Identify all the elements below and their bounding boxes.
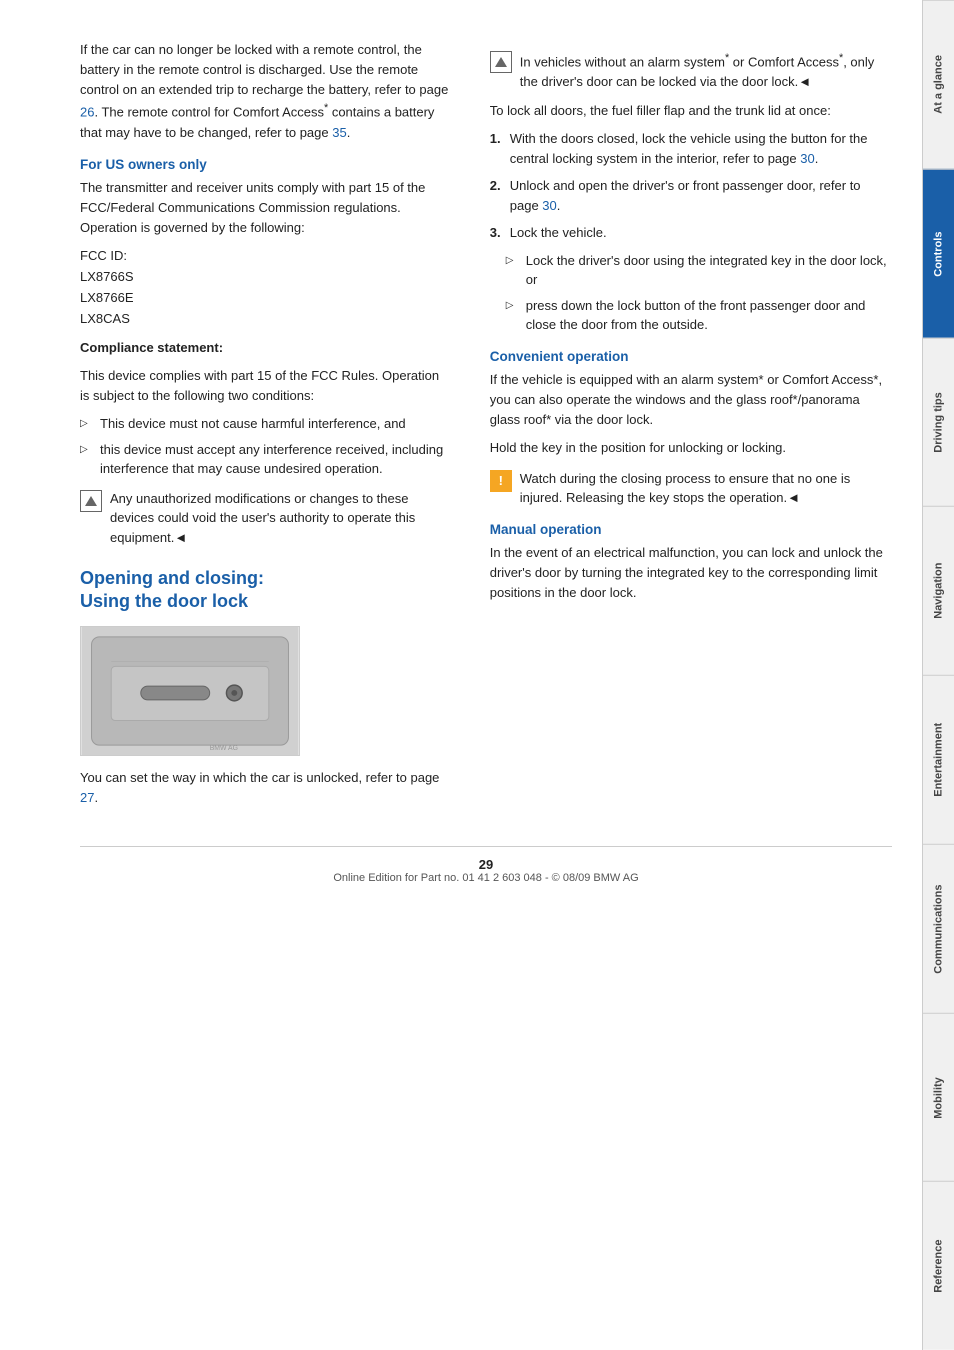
door-lock-image: BMW AG xyxy=(80,626,300,756)
condition-1: ▷ This device must not cause harmful int… xyxy=(80,414,450,434)
intro-paragraph: If the car can no longer be locked with … xyxy=(80,40,450,143)
page-30a-link[interactable]: 30 xyxy=(800,151,814,166)
step-3: 3. Lock the vehicle. xyxy=(490,223,892,243)
arrow-icon-1: ▷ xyxy=(80,416,96,431)
copyright-text: Online Edition for Part no. 01 41 2 603 … xyxy=(80,872,892,884)
lock-all-intro: To lock all doors, the fuel filler flap … xyxy=(490,101,892,121)
image-caption: You can set the way in which the car is … xyxy=(80,768,450,808)
sub-steps-list: ▷ Lock the driver's door using the integ… xyxy=(506,251,892,335)
manual-text: In the event of an electrical malfunctio… xyxy=(490,543,892,603)
note-text: Any unauthorized modifications or change… xyxy=(110,489,450,548)
vehicles-note-icon xyxy=(490,51,512,73)
left-column: If the car can no longer be locked with … xyxy=(80,40,470,816)
sidebar-tab-navigation[interactable]: Navigation xyxy=(923,506,954,675)
main-content: If the car can no longer be locked with … xyxy=(0,0,922,1350)
page-30b-link[interactable]: 30 xyxy=(542,198,556,213)
sidebar-tab-at-a-glance[interactable]: At a glance xyxy=(923,0,954,169)
sub-arrow-1: ▷ xyxy=(506,253,522,268)
sidebar-tabs: At a glance Controls Driving tips Naviga… xyxy=(922,0,954,1350)
page-35-link[interactable]: 35 xyxy=(332,125,346,140)
step-2: 2. Unlock and open the driver's or front… xyxy=(490,176,892,215)
sub-arrow-2: ▷ xyxy=(506,298,522,313)
manual-heading: Manual operation xyxy=(490,522,892,537)
warning-triangle-icon: ! xyxy=(490,470,512,492)
section-big-heading: Opening and closing: Using the door lock xyxy=(80,567,450,614)
page-footer: 29 Online Edition for Part no. 01 41 2 6… xyxy=(80,846,892,884)
arrow-icon-2: ▷ xyxy=(80,442,96,457)
fcc-lines: FCC ID:LX8766SLX8766ELX8CAS xyxy=(80,246,450,329)
sub-step-1: ▷ Lock the driver's door using the integ… xyxy=(506,251,892,290)
exclamation-mark: ! xyxy=(499,473,503,488)
for-us-heading: For US owners only xyxy=(80,157,450,172)
convenient-text-1: If the vehicle is equipped with an alarm… xyxy=(490,370,892,430)
step-1: 1. With the doors closed, lock the vehic… xyxy=(490,129,892,168)
triangle-shape xyxy=(85,496,97,506)
page-27-link[interactable]: 27 xyxy=(80,790,94,805)
warning-text: Watch during the closing process to ensu… xyxy=(520,469,892,508)
sidebar-tab-controls[interactable]: Controls xyxy=(923,169,954,338)
compliance-text: This device complies with part 15 of the… xyxy=(80,366,450,406)
sidebar-tab-mobility[interactable]: Mobility xyxy=(923,1013,954,1182)
fcc-intro: The transmitter and receiver units compl… xyxy=(80,178,450,238)
sub-step-2: ▷ press down the lock button of the fron… xyxy=(506,296,892,335)
conditions-list: ▷ This device must not cause harmful int… xyxy=(80,414,450,479)
convenient-heading: Convenient operation xyxy=(490,349,892,364)
sidebar-tab-reference[interactable]: Reference xyxy=(923,1181,954,1350)
unauthorized-note: Any unauthorized modifications or change… xyxy=(80,489,450,548)
vehicles-note-text: In vehicles without an alarm system* or … xyxy=(520,50,892,91)
steps-list: 1. With the doors closed, lock the vehic… xyxy=(490,129,892,243)
right-column: In vehicles without an alarm system* or … xyxy=(470,40,892,816)
warning-box: ! Watch during the closing process to en… xyxy=(490,469,892,508)
note-triangle-icon xyxy=(80,490,102,512)
sidebar-tab-communications[interactable]: Communications xyxy=(923,844,954,1013)
page-number: 29 xyxy=(80,857,892,872)
vehicles-triangle xyxy=(495,57,507,67)
sidebar-tab-entertainment[interactable]: Entertainment xyxy=(923,675,954,844)
convenient-text-2: Hold the key in the position for unlocki… xyxy=(490,438,892,458)
page-26-link[interactable]: 26 xyxy=(80,105,94,120)
condition-2: ▷ this device must accept any interferen… xyxy=(80,440,450,479)
vehicles-note: In vehicles without an alarm system* or … xyxy=(490,50,892,91)
compliance-heading: Compliance statement: xyxy=(80,338,450,358)
sidebar-tab-driving-tips[interactable]: Driving tips xyxy=(923,338,954,507)
svg-text:BMW AG: BMW AG xyxy=(210,745,238,752)
